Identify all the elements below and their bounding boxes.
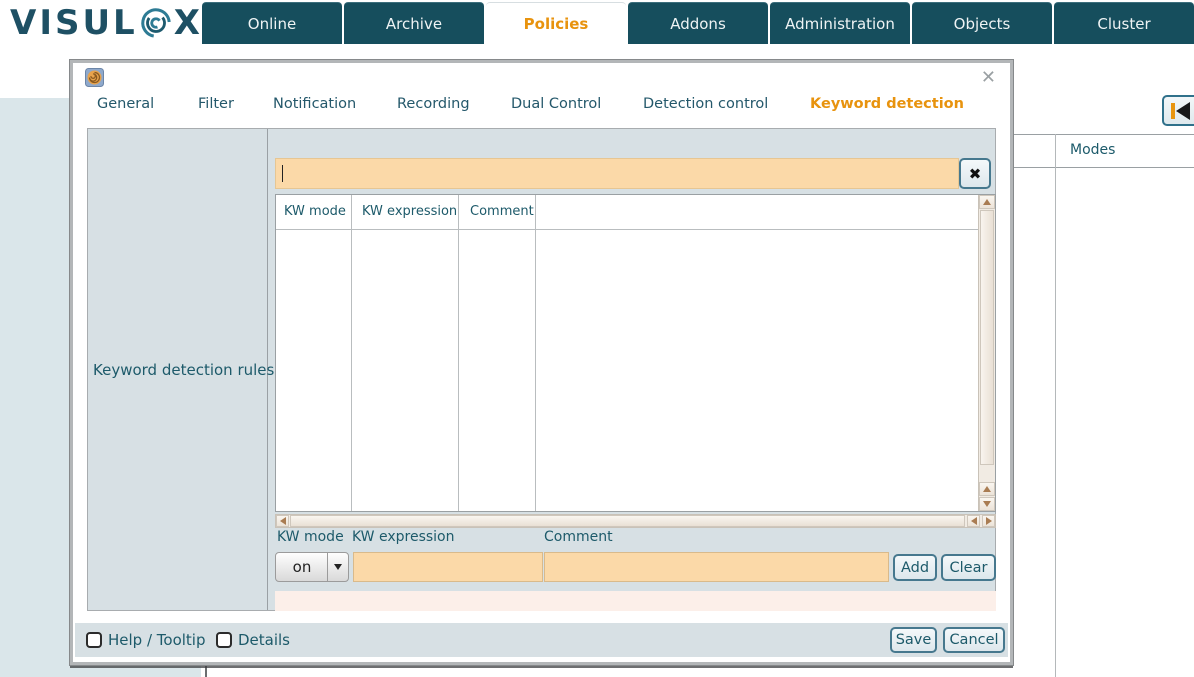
logo-text-end: X	[173, 3, 203, 43]
scroll-up-button[interactable]	[979, 195, 995, 209]
scroll-right-button[interactable]	[982, 515, 995, 527]
scrollbar-thumb[interactable]	[290, 515, 965, 527]
logo-text-start: VISUL	[10, 3, 138, 43]
nav-tab-objects[interactable]: Objects	[912, 2, 1052, 44]
left-triangle-icon	[1176, 101, 1190, 120]
section-label: Keyword detection rules	[93, 361, 275, 379]
column-header-kw-expression: KW expression	[362, 204, 458, 219]
text-caret	[282, 165, 283, 182]
clear-button[interactable]: Clear	[941, 554, 996, 581]
shell-icon	[85, 68, 104, 87]
comment-label: Comment	[544, 529, 613, 545]
kw-mode-selected-value: on	[292, 558, 312, 576]
background-table-column-divider	[1055, 134, 1056, 677]
section-label-panel: Keyword detection rules	[88, 129, 274, 610]
status-strip	[275, 591, 996, 611]
nav-tab-cluster[interactable]: Cluster	[1054, 2, 1194, 44]
help-tooltip-label: Help / Tooltip	[108, 631, 206, 649]
details-label: Details	[238, 631, 291, 649]
column-header-kw-mode: KW mode	[284, 204, 346, 219]
clear-x-icon: ✖	[968, 164, 982, 183]
dialog-tab-detection-control[interactable]: Detection control	[643, 96, 768, 112]
dialog-tab-notification[interactable]: Notification	[273, 96, 356, 112]
vertical-scrollbar[interactable]	[978, 195, 995, 511]
nav-tab-addons[interactable]: Addons	[628, 2, 768, 44]
kw-expression-input[interactable]	[353, 552, 543, 582]
column-header-comment: Comment	[470, 204, 534, 219]
dialog-tab-filter[interactable]: Filter	[198, 96, 234, 112]
column-divider	[535, 195, 536, 511]
nav-tabs: Online Archive Policies Addons Administr…	[200, 2, 1194, 44]
scroll-down-button[interactable]	[979, 497, 995, 511]
keyword-filter-input[interactable]	[275, 158, 959, 189]
scrollbar-thumb[interactable]	[980, 210, 994, 465]
details-checkbox[interactable]	[216, 632, 232, 648]
kw-mode-select[interactable]: on	[275, 552, 349, 582]
keyword-rules-table[interactable]: KW mode KW expression Comment	[275, 194, 996, 512]
policy-edit-dialog: ✕ General Filter Notification Recording …	[69, 59, 1014, 666]
comment-input[interactable]	[544, 552, 889, 582]
logo-spiral-icon	[141, 8, 171, 38]
jump-to-first-button[interactable]	[1162, 95, 1194, 126]
column-divider	[458, 195, 459, 511]
clear-filter-button[interactable]: ✖	[959, 158, 991, 189]
dialog-tab-general[interactable]: General	[97, 96, 154, 112]
app-logo: VISUL X	[10, 2, 203, 44]
cancel-button[interactable]: Cancel	[943, 627, 1005, 653]
nav-tab-administration[interactable]: Administration	[770, 2, 910, 44]
table-header-divider	[276, 229, 978, 230]
nav-tab-online[interactable]: Online	[202, 2, 342, 44]
jump-first-icon	[1171, 102, 1175, 119]
nav-tab-archive[interactable]: Archive	[344, 2, 484, 44]
keyword-detection-panel: Keyword detection rules ✖ KW mode KW exp…	[87, 128, 996, 611]
scroll-left-button[interactable]	[276, 515, 289, 527]
dialog-tab-dual-control[interactable]: Dual Control	[511, 96, 601, 112]
scroll-left-button-end[interactable]	[967, 515, 980, 527]
save-button[interactable]: Save	[890, 627, 937, 653]
modes-column-header: Modes	[1070, 142, 1116, 158]
scroll-up-button-bottom[interactable]	[979, 482, 995, 496]
kw-mode-label: KW mode	[277, 529, 344, 545]
dialog-footer: Help / Tooltip Details Save Cancel	[75, 623, 1008, 657]
add-button[interactable]: Add	[893, 554, 937, 581]
kw-expression-label: KW expression	[352, 529, 455, 545]
dialog-tab-keyword-detection[interactable]: Keyword detection	[810, 96, 964, 112]
top-navbar: VISUL X Online Archive Policies Addons A…	[0, 0, 1194, 44]
column-divider	[351, 195, 352, 511]
dialog-tab-recording[interactable]: Recording	[397, 96, 470, 112]
nav-tab-policies[interactable]: Policies	[486, 2, 626, 44]
chevron-down-icon[interactable]	[327, 553, 348, 581]
close-icon[interactable]: ✕	[981, 67, 996, 88]
horizontal-scrollbar[interactable]	[275, 514, 996, 528]
help-tooltip-checkbox[interactable]	[86, 632, 102, 648]
